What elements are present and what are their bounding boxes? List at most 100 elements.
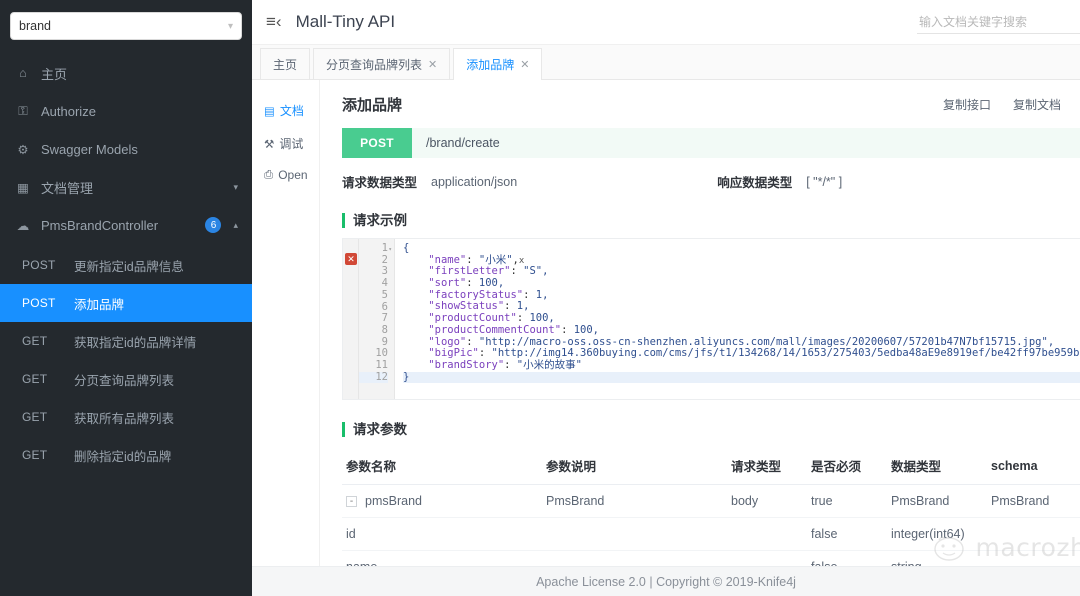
doc-title: 添加品牌 — [342, 94, 402, 115]
line-number: 8 — [359, 325, 388, 337]
cell-param-in — [727, 518, 807, 551]
endpoint-url: /brand/create — [412, 128, 500, 158]
sidebar-item-home[interactable]: ⌂ 主页 — [0, 54, 252, 92]
cell-param-in: body — [727, 485, 807, 518]
fold-icon[interactable]: ▾ — [388, 244, 392, 256]
inner-tab-debug[interactable]: ⚒ 调试 — [252, 127, 319, 160]
editor-line-numbers: 1▾23456789101112 — [359, 239, 395, 399]
api-method: GET — [22, 372, 74, 386]
table-head: 参数名称 参数说明 请求类型 是否必须 数据类型 schema — [342, 447, 1080, 485]
tab-brand-page-list[interactable]: 分页查询品牌列表 ✕ — [313, 48, 450, 79]
sidebar-api-brand-detail[interactable]: GET 获取指定id的品牌详情 — [0, 322, 252, 360]
error-marker-icon[interactable]: ✕ — [345, 253, 357, 265]
sidebar-api-list: POST 更新指定id品牌信息 POST 添加品牌 GET 获取指定id的品牌详… — [0, 246, 252, 474]
doc-inner-nav: ▤ 文档 ⚒ 调试 ⎙ Open — [252, 80, 320, 596]
api-name: 获取指定id的品牌详情 — [74, 332, 196, 351]
cell-param-desc: PmsBrand — [542, 485, 727, 518]
page-title: Mall-Tiny API — [296, 12, 396, 32]
cloud-icon: ☁ — [14, 218, 32, 233]
table-header-row: 参数名称 参数说明 请求类型 是否必须 数据类型 schema — [342, 447, 1080, 485]
copy-doc-button[interactable]: 复制文档 — [1013, 96, 1061, 113]
sidebar-item-label: 主页 — [41, 64, 238, 83]
inner-tab-label: 文档 — [280, 102, 304, 119]
cell-param-type: PmsBrand — [887, 485, 987, 518]
code-line: } — [403, 372, 1080, 384]
search-input[interactable] — [917, 14, 1080, 30]
api-name: 添加品牌 — [74, 294, 124, 313]
inner-tab-label: 调试 — [279, 135, 303, 152]
editor-code[interactable]: { "name": "小米",x "firstLetter": "S", "so… — [395, 239, 1080, 399]
response-type-label: 响应数据类型 — [717, 172, 792, 191]
sidebar-item-label: 文档管理 — [41, 178, 227, 197]
api-method: GET — [22, 448, 74, 462]
line-number: 11 — [359, 360, 388, 372]
line-number: 1▾ — [359, 243, 388, 255]
inner-tab-open[interactable]: ⎙ Open — [252, 160, 319, 190]
top-bar: ≡‹ Mall-Tiny API ⚲ 中 — [252, 0, 1080, 45]
api-name: 更新指定id品牌信息 — [74, 256, 184, 275]
api-method: POST — [22, 258, 74, 272]
sidebar-item-authorize[interactable]: ⚿ Authorize — [0, 92, 252, 130]
inner-tab-doc[interactable]: ▤ 文档 — [252, 94, 319, 127]
endpoint-row: POST /brand/create — [342, 128, 1080, 158]
doc-icon: ▤ — [264, 104, 275, 118]
knife4j-app: brand ▾ ⌂ 主页 ⚿ Authorize ⚙ Swagger Model… — [0, 0, 1080, 596]
sidebar-api-add-brand[interactable]: POST 添加品牌 — [0, 284, 252, 322]
api-count-badge: 6 — [205, 217, 221, 233]
sidebar-api-brand-all-list[interactable]: GET 获取所有品牌列表 — [0, 398, 252, 436]
chevron-down-icon: ▾ — [228, 21, 233, 32]
tab-label: 添加品牌 — [466, 56, 514, 73]
col-param-name: 参数名称 — [342, 447, 542, 485]
sidebar-item-swagger-models[interactable]: ⚙ Swagger Models — [0, 130, 252, 168]
cell-param-name: id — [342, 518, 542, 551]
api-name: 删除指定id的品牌 — [74, 446, 171, 465]
cell-param-required: false — [807, 518, 887, 551]
inner-tab-label: Open — [278, 168, 307, 182]
tab-label: 主页 — [273, 56, 297, 73]
api-name: 获取所有品牌列表 — [74, 408, 174, 427]
response-type-value: [ "*/*" ] — [806, 175, 842, 189]
tab-home[interactable]: 主页 — [260, 48, 310, 79]
line-number: 12 — [359, 372, 388, 384]
doc-search-wrap — [917, 10, 1080, 34]
tab-bar: 主页 分页查询品牌列表 ✕ 添加品牌 ✕ — [252, 45, 1080, 80]
col-param-schema: schema — [987, 447, 1080, 485]
request-example-editor[interactable]: ✕ 1▾23456789101112 { "name": "小米",x "fir… — [342, 238, 1080, 400]
table-row: -pmsBrandPmsBrandbodytruePmsBrandPmsBran… — [342, 485, 1080, 518]
col-param-desc: 参数说明 — [542, 447, 727, 485]
api-method: POST — [22, 296, 74, 310]
cell-param-schema: PmsBrand — [987, 485, 1080, 518]
sidebar-api-update-brand[interactable]: POST 更新指定id品牌信息 — [0, 246, 252, 284]
param-name: id — [346, 527, 356, 541]
doc-header: 添加品牌 复制接口 复制文档 复制地址 — [342, 94, 1080, 115]
section-title-example: 请求示例 — [342, 213, 1080, 228]
debug-icon: ⚒ — [264, 137, 274, 151]
home-icon: ⌂ — [14, 66, 32, 80]
chevron-down-icon: ▾ — [233, 182, 238, 193]
open-icon: ⎙ — [264, 169, 273, 182]
service-select-value: brand — [19, 19, 228, 33]
request-type-label: 请求数据类型 — [342, 172, 417, 191]
sidebar-item-label: Authorize — [41, 104, 238, 119]
sidebar-item-pmsbrandcontroller[interactable]: ☁ PmsBrandController 6 ▴ — [0, 206, 252, 244]
sidebar-api-brand-page-list[interactable]: GET 分页查询品牌列表 — [0, 360, 252, 398]
sidebar-api-brand-delete[interactable]: GET 删除指定id的品牌 — [0, 436, 252, 474]
code-line: "firstLetter": "S", — [403, 266, 1080, 278]
menu-fold-icon[interactable]: ≡‹ — [266, 12, 282, 32]
close-icon[interactable]: ✕ — [428, 58, 437, 71]
close-icon[interactable]: ✕ — [520, 58, 529, 71]
cell-param-schema — [987, 518, 1080, 551]
tab-add-brand[interactable]: 添加品牌 ✕ — [453, 48, 542, 79]
service-select[interactable]: brand ▾ — [10, 12, 242, 40]
doc-actions: 复制接口 复制文档 复制地址 — [943, 96, 1080, 113]
footer: Apache License 2.0 | Copyright © 2019-Kn… — [252, 566, 1080, 596]
cell-param-type: integer(int64) — [887, 518, 987, 551]
content-type-row: 请求数据类型 application/json 响应数据类型 [ "*/*" ] — [342, 172, 1080, 191]
api-method: GET — [22, 334, 74, 348]
sidebar-nav-list: ⌂ 主页 ⚿ Authorize ⚙ Swagger Models ▦ 文档管理… — [0, 54, 252, 244]
copy-interface-button[interactable]: 复制接口 — [943, 96, 991, 113]
expand-toggle-icon[interactable]: - — [346, 496, 357, 507]
sidebar-item-doc-manage[interactable]: ▦ 文档管理 ▾ — [0, 168, 252, 206]
sidebar-search-wrap: brand ▾ — [0, 0, 252, 48]
api-method: GET — [22, 410, 74, 424]
